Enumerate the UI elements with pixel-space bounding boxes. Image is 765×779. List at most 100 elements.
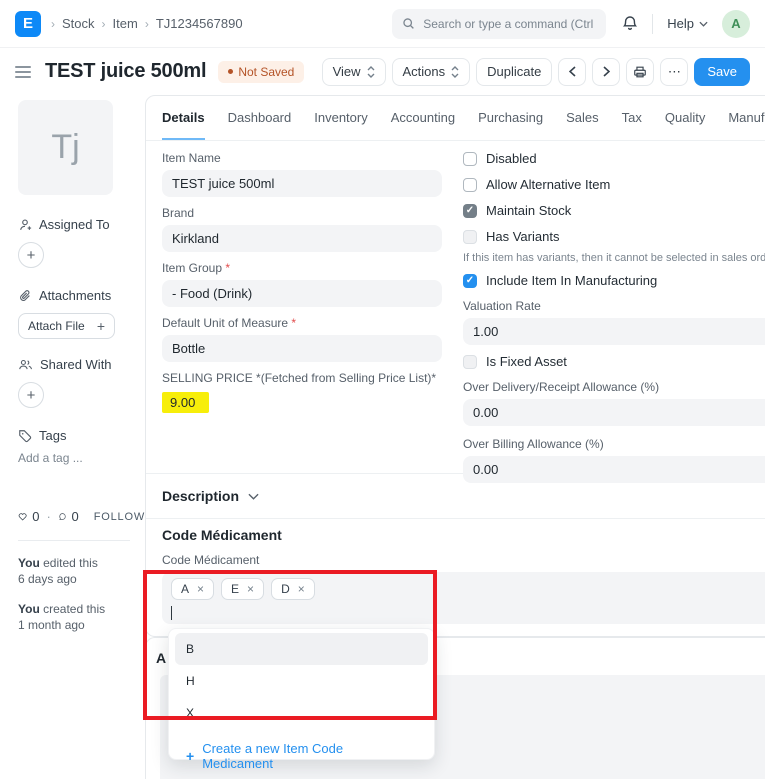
actions-button[interactable]: Actions: [391, 57, 471, 86]
comment-count: 0: [71, 509, 79, 524]
disabled-checkbox[interactable]: [463, 151, 477, 166]
code-medicament-multiselect-input[interactable]: A × E × D ×: [162, 572, 765, 624]
navbar: E › Stock › Item › TJ1234567890 Help A: [0, 0, 765, 48]
chevron-down-icon: [248, 493, 259, 500]
header-divider: [652, 13, 654, 34]
field-label: SELLING PRICE *(Fetched from Selling Pri…: [162, 371, 437, 385]
sidebar-divider: [18, 540, 130, 541]
tab-purchasing[interactable]: Purchasing: [478, 96, 543, 140]
chevron-right-icon: ›: [51, 16, 55, 31]
code-medicament-field-label: Code Médicament: [162, 553, 260, 567]
assigned-to-label: Assigned To: [18, 217, 145, 232]
checkbox-label: Is Fixed Asset: [486, 354, 567, 369]
include-item-in-manufacturing-checkbox[interactable]: [463, 273, 477, 288]
add-share-button[interactable]: +: [18, 382, 44, 408]
maintain-stock-checkbox[interactable]: [463, 203, 477, 218]
attach-file-button[interactable]: Attach File +: [18, 313, 115, 339]
page-head: TEST juice 500ml Not Saved View Actions …: [0, 48, 765, 95]
checkbox-row-has-variants: Has Variants: [463, 229, 765, 244]
remove-tag-icon[interactable]: ×: [298, 582, 305, 596]
has-variants-checkbox[interactable]: [463, 229, 477, 244]
code-medicament-section-title: Code Médicament: [162, 527, 282, 543]
plus-icon: +: [186, 748, 195, 764]
dropdown-option-b[interactable]: B: [175, 633, 428, 665]
tab-inventory[interactable]: Inventory: [314, 96, 367, 140]
checkbox-label: Has Variants: [486, 229, 560, 244]
printer-icon: [634, 66, 647, 77]
caret-updown-icon: [367, 65, 375, 78]
app-logo[interactable]: E: [15, 10, 41, 37]
shared-with-label: Shared With: [18, 357, 145, 372]
breadcrumb-item[interactable]: Item: [113, 16, 138, 31]
tab-manufacturing[interactable]: Manufacturing: [728, 96, 765, 140]
paperclip-icon: [20, 289, 30, 301]
search-input[interactable]: [423, 16, 597, 31]
chevron-right-icon: [603, 66, 610, 77]
tag-icon: [19, 429, 32, 442]
field-label: Item Name: [162, 151, 221, 165]
remove-tag-icon[interactable]: ×: [247, 582, 254, 596]
field-label: Brand: [162, 206, 195, 220]
dropdown-option-h[interactable]: H: [175, 665, 428, 697]
tab-accounting[interactable]: Accounting: [391, 96, 455, 140]
required-marker: *: [225, 261, 231, 275]
tab-tax[interactable]: Tax: [622, 96, 642, 140]
item-name-input[interactable]: TEST juice 500ml: [162, 170, 442, 197]
follow-button[interactable]: FOLLOW: [94, 511, 145, 523]
print-button[interactable]: [626, 57, 655, 86]
selected-tag-a[interactable]: A ×: [171, 578, 215, 600]
social-row: 0 · 0 FOLLOW: [18, 509, 145, 524]
tab-dashboard[interactable]: Dashboard: [228, 96, 292, 140]
more-button[interactable]: ⋯: [660, 57, 689, 86]
add-tag-input[interactable]: Add a tag ...: [18, 451, 145, 465]
tab-quality[interactable]: Quality: [665, 96, 705, 140]
text-cursor: [171, 606, 172, 620]
page-title: TEST juice 500ml: [45, 60, 207, 82]
user-avatar[interactable]: A: [722, 9, 750, 38]
checkbox-label: Maintain Stock: [486, 203, 572, 218]
over-billing-allowance-input[interactable]: 0.00: [463, 456, 765, 483]
remove-tag-icon[interactable]: ×: [197, 582, 204, 596]
chevron-right-icon: ›: [144, 16, 149, 31]
breadcrumb-stock[interactable]: Stock: [62, 16, 95, 31]
duplicate-button[interactable]: Duplicate: [476, 57, 553, 86]
default-uom-input[interactable]: Bottle: [162, 335, 442, 362]
tab-sales[interactable]: Sales: [566, 96, 599, 140]
activity-time: 1 month ago: [18, 618, 85, 632]
item-group-input[interactable]: - Food (Drink): [162, 280, 442, 307]
field-label: Over Billing Allowance (%): [463, 437, 604, 451]
allow-alternative-item-checkbox[interactable]: [463, 177, 477, 192]
checkbox-row-disabled: Disabled: [463, 151, 765, 166]
menu-icon[interactable]: [15, 65, 31, 78]
breadcrumb-docname[interactable]: TJ1234567890: [156, 16, 243, 31]
required-marker: *: [291, 316, 297, 330]
item-image-placeholder[interactable]: Tj: [18, 100, 113, 195]
selected-tag-e[interactable]: E ×: [221, 578, 265, 600]
save-button[interactable]: Save: [694, 57, 750, 86]
create-new-link[interactable]: + Create a new Item Code Medicament: [175, 733, 428, 779]
assign-user-icon: [20, 219, 32, 230]
notification-bell-icon[interactable]: [622, 15, 638, 32]
comment-icon[interactable]: [58, 509, 67, 524]
valuation-rate-input[interactable]: 1.00: [463, 318, 765, 345]
status-badge: Not Saved: [218, 60, 305, 83]
field-selling-price: SELLING PRICE *(Fetched from Selling Pri…: [162, 371, 442, 413]
view-button[interactable]: View: [321, 57, 386, 86]
selected-tag-d[interactable]: D ×: [271, 578, 315, 600]
over-delivery-allowance-input[interactable]: 0.00: [463, 399, 765, 426]
checkbox-label: Include Item In Manufacturing: [486, 273, 658, 288]
shared-users-icon: [19, 359, 33, 369]
next-button[interactable]: [592, 57, 621, 86]
activity-created: You created this 1 month ago: [18, 602, 106, 632]
brand-input[interactable]: Kirkland: [162, 225, 442, 252]
dropdown-option-x[interactable]: X: [175, 697, 428, 729]
tab-details[interactable]: Details: [162, 96, 205, 140]
help-menu[interactable]: Help: [667, 16, 708, 31]
heart-icon[interactable]: [18, 509, 27, 524]
global-search[interactable]: [392, 8, 607, 39]
field-item-name: Item Name TEST juice 500ml: [162, 151, 442, 197]
add-assignment-button[interactable]: +: [18, 242, 44, 268]
prev-button[interactable]: [558, 57, 587, 86]
selling-price-input[interactable]: 9.00: [162, 392, 210, 413]
is-fixed-asset-checkbox[interactable]: [463, 354, 477, 369]
